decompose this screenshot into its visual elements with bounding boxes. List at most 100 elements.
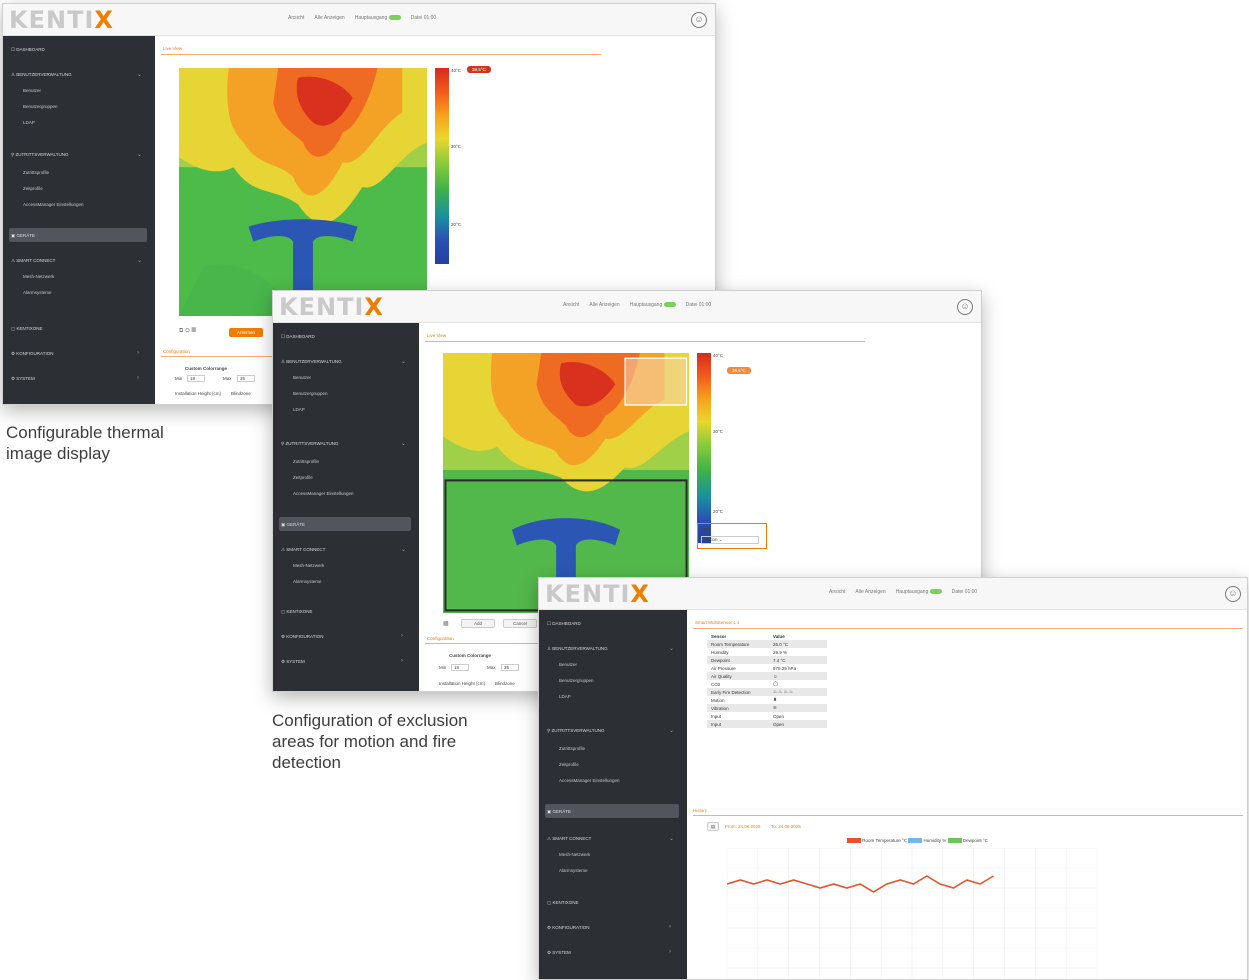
- table-row: Motion ♜: [707, 696, 827, 704]
- from-date[interactable]: From: 24.06.2025: [725, 824, 761, 829]
- topnav-item[interactable]: Hauptausgang: [630, 302, 676, 308]
- max-input[interactable]: 35: [501, 664, 519, 671]
- sidebar-subitem[interactable]: Mesh-Netzwerk: [23, 274, 54, 279]
- calendar-icon[interactable]: ▤: [707, 822, 719, 831]
- topnav-item[interactable]: Datei 01:00: [686, 302, 712, 308]
- sidebar-item-kentixone[interactable]: ▢ KENTIXONE: [11, 326, 43, 332]
- sidebar-subitem[interactable]: Alarmsysteme: [23, 290, 52, 295]
- max-input[interactable]: 35: [237, 375, 255, 382]
- vibration-icon: ≋: [769, 704, 827, 712]
- thermal-image[interactable]: [179, 68, 427, 316]
- sidebar-item-smart-connect[interactable]: ⚠ SMART CONNECT: [547, 836, 591, 842]
- to-date[interactable]: To: 24.06.2025: [771, 824, 801, 829]
- thermal-image[interactable]: [443, 353, 689, 613]
- sidebar-subitem[interactable]: Zutrittsprofile: [23, 170, 49, 175]
- min-input[interactable]: 18: [187, 375, 205, 382]
- sidebar-subitem[interactable]: LDAP: [293, 407, 305, 412]
- user-icon[interactable]: ☺: [1225, 586, 1241, 602]
- topnav-item[interactable]: Alle Anzeigen: [855, 589, 885, 595]
- topnav-item[interactable]: Ansicht: [288, 15, 304, 21]
- toggle-switch[interactable]: [929, 589, 942, 595]
- sidebar-subitem[interactable]: Benutzer: [293, 375, 311, 380]
- topnav-item[interactable]: Datei 01:00: [411, 15, 437, 21]
- topnav-item[interactable]: Datei 01:00: [952, 589, 978, 595]
- min-label: Min: [175, 376, 183, 381]
- table-cell: Air Pressure: [711, 665, 736, 671]
- sidebar-item-konfiguration[interactable]: ⚙ KONFIGURATION: [547, 925, 589, 931]
- breadcrumb: Smart MultiSensor 1 1: [695, 620, 740, 625]
- sidebar-item-kentixone[interactable]: ▢ KENTIXONE: [281, 609, 313, 615]
- sidebar-subitem[interactable]: Alarmsysteme: [293, 579, 322, 584]
- sidebar-item-benutzer[interactable]: ♙ BENUTZERVERWALTUNG: [547, 646, 608, 652]
- sidebar-subitem[interactable]: LDAP: [559, 694, 571, 699]
- scale-label-mid: 30°C: [713, 429, 724, 434]
- sidebar-subitem[interactable]: AccessManager Einstellungen: [293, 491, 354, 496]
- apply-button[interactable]: Anlernen: [229, 328, 263, 337]
- sidebar-item-benutzer[interactable]: ♙ BENUTZERVERWALTUNG: [11, 72, 72, 78]
- toggle-switch[interactable]: [663, 302, 676, 308]
- toolbar-icons[interactable]: ⧉ ⛭ ▦: [179, 328, 196, 335]
- colour-range-label: Custom Colorrange: [449, 653, 492, 658]
- user-icon[interactable]: ☺: [957, 299, 973, 315]
- sidebar-item-dashboard[interactable]: ☐ DASHBOARD: [281, 334, 315, 340]
- sidebar-subitem[interactable]: Benutzer: [559, 662, 577, 667]
- sidebar-subitem[interactable]: Benutzergruppen: [293, 391, 328, 396]
- sidebar-subitem[interactable]: Benutzergruppen: [23, 104, 58, 109]
- sidebar-subitem[interactable]: Mesh-Netzwerk: [559, 852, 590, 857]
- sidebar-subitem[interactable]: AccessManager Einstellungen: [559, 778, 620, 783]
- sidebar-subitem[interactable]: Zeitprofile: [559, 762, 579, 767]
- chevron-right-icon: ›: [669, 924, 671, 930]
- sidebar-subitem[interactable]: Zeitprofile: [23, 186, 43, 191]
- sidebar-item-konfiguration[interactable]: ⚙ KONFIGURATION: [11, 351, 53, 357]
- topnav-item[interactable]: Ansicht: [563, 302, 579, 308]
- sidebar-item-zutritt[interactable]: ⚲ ZUTRITTSVERWALTUNG: [11, 152, 68, 158]
- table-cell: Input: [711, 713, 722, 719]
- toolbar-icon[interactable]: ▦: [443, 620, 449, 627]
- table-row: Air Pressure 979.29 hPa: [707, 664, 827, 672]
- sidebar-subitem[interactable]: Zutrittsprofile: [559, 746, 585, 751]
- table-cell: 7.4 °C: [769, 656, 827, 664]
- min-input[interactable]: 18: [451, 664, 469, 671]
- sidebar-subitem[interactable]: Zutrittsprofile: [293, 459, 319, 464]
- sidebar-item-kentixone[interactable]: ▢ KENTIXONE: [547, 900, 579, 906]
- sidebar-item-zutritt[interactable]: ⚲ ZUTRITTSVERWALTUNG: [547, 728, 604, 734]
- topnav-item[interactable]: Alle Anzeigen: [314, 15, 344, 21]
- add-button[interactable]: Add: [461, 619, 495, 628]
- sidebar-subitem[interactable]: AccessManager Einstellungen: [23, 202, 84, 207]
- sidebar-item-dashboard[interactable]: ☐ DASHBOARD: [11, 47, 45, 53]
- sidebar-item-dashboard[interactable]: ☐ DASHBOARD: [547, 621, 581, 627]
- sidebar-item-system[interactable]: ⚙ SYSTEM: [547, 950, 571, 956]
- sidebar-subitem[interactable]: Benutzer: [23, 88, 41, 93]
- sidebar-subitem[interactable]: Alarmsysteme: [559, 868, 588, 873]
- sidebar-item-zutritt[interactable]: ⚲ ZUTRITTSVERWALTUNG: [281, 441, 338, 447]
- sidebar-subitem[interactable]: Zeitprofile: [293, 475, 313, 480]
- topnav-item[interactable]: Hauptausgang: [355, 15, 401, 21]
- max-label: Max: [487, 665, 496, 670]
- sidebar-subitem[interactable]: LDAP: [23, 120, 35, 125]
- toggle-switch[interactable]: [388, 15, 401, 21]
- topnav-item[interactable]: Ansicht: [829, 589, 845, 595]
- sidebar-item-smart-connect[interactable]: ⚠ SMART CONNECT: [281, 547, 325, 553]
- history-chart: [707, 848, 1137, 979]
- sidebar-item-system[interactable]: ⚙ SYSTEM: [11, 376, 35, 382]
- chevron-down-icon: ⌄: [669, 728, 675, 734]
- type-label: Type: [701, 526, 712, 531]
- sidebar-item-system[interactable]: ⚙ SYSTEM: [281, 659, 305, 665]
- sidebar-item-geraete[interactable]: ▣ GERÄTE: [547, 809, 571, 815]
- topnav-item[interactable]: Alle Anzeigen: [589, 302, 619, 308]
- type-select[interactable]: Motion ⌄: [701, 536, 759, 544]
- sidebar-item-geraete[interactable]: ▣ GERÄTE: [11, 233, 35, 239]
- sidebar-item-smart-connect[interactable]: ⚠ SMART CONNECT: [11, 258, 55, 264]
- sidebar-item-konfiguration[interactable]: ⚙ KONFIGURATION: [281, 634, 323, 640]
- sidebar-item-benutzer[interactable]: ♙ BENUTZERVERWALTUNG: [281, 359, 342, 365]
- sidebar-subitem[interactable]: Benutzergruppen: [559, 678, 594, 683]
- user-icon[interactable]: ☺: [691, 12, 707, 28]
- topnav-item[interactable]: Hauptausgang: [896, 589, 942, 595]
- sidebar-item-geraete[interactable]: ▣ GERÄTE: [281, 522, 305, 528]
- table-cell: Room Temperature: [707, 640, 769, 648]
- table-cell: Early Fire Detection: [707, 688, 769, 696]
- chart-legend: Room Temperature °C Humidity % Dewpoint …: [847, 838, 988, 844]
- install-height-label: Installation Height (cm): [439, 681, 486, 686]
- sidebar-subitem[interactable]: Mesh-Netzwerk: [293, 563, 324, 568]
- cancel-button[interactable]: Cancel: [503, 619, 537, 628]
